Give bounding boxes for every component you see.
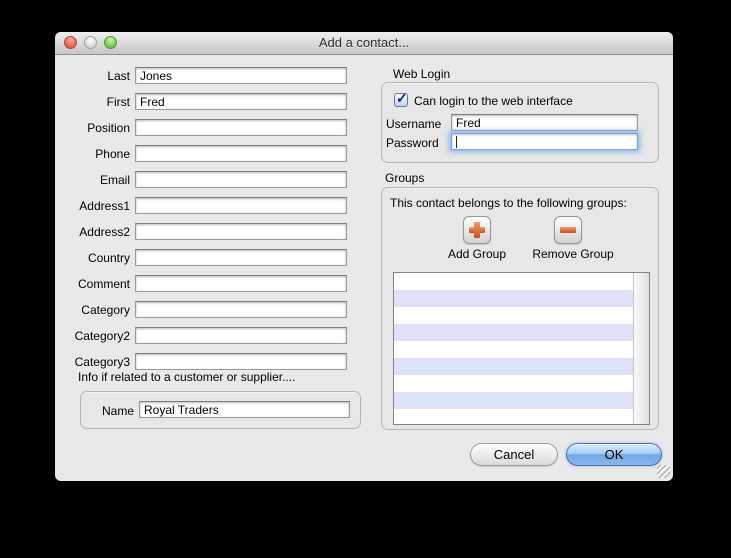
checkmark-icon: ✓ (396, 90, 408, 107)
group-list-row[interactable] (394, 307, 634, 324)
group-list-row[interactable] (394, 341, 634, 358)
password-label: Password (386, 136, 434, 150)
remove-group-button[interactable] (554, 216, 582, 244)
field-input-last[interactable]: Jones (135, 67, 347, 84)
groups-caption: This contact belongs to the following gr… (390, 196, 627, 210)
ok-button[interactable]: OK (566, 443, 662, 466)
minus-icon (560, 227, 576, 233)
username-input[interactable]: Fred (451, 114, 638, 131)
close-icon[interactable] (64, 36, 77, 49)
can-login-checkbox[interactable]: ✓ (394, 93, 408, 107)
field-input-first[interactable]: Fred (135, 93, 347, 110)
add-group-label: Add Group (437, 247, 517, 261)
username-label: Username (386, 117, 434, 131)
field-label-email: Email (55, 173, 130, 187)
can-login-label: Can login to the web interface (414, 94, 573, 108)
group-list-row[interactable] (394, 375, 634, 392)
field-input-category2[interactable] (135, 327, 347, 344)
resize-grip-icon[interactable] (657, 465, 670, 478)
add-group-button[interactable] (463, 216, 491, 244)
field-input-country[interactable] (135, 249, 347, 266)
group-list-row[interactable] (394, 273, 634, 290)
field-input-category3[interactable] (135, 353, 347, 370)
field-label-category2: Category2 (55, 329, 130, 343)
field-input-address1[interactable] (135, 197, 347, 214)
remove-group-label: Remove Group (528, 247, 618, 261)
minimize-icon[interactable] (84, 36, 97, 49)
field-label-address2: Address2 (55, 225, 130, 239)
field-input-email[interactable] (135, 171, 347, 188)
related-info-caption: Info if related to a customer or supplie… (78, 370, 295, 384)
cancel-button[interactable]: Cancel (470, 443, 558, 466)
field-label-last: Last (55, 69, 130, 83)
scrollbar-track[interactable] (633, 273, 649, 424)
field-label-country: Country (55, 251, 130, 265)
group-list-row[interactable] (394, 409, 634, 425)
group-list-row[interactable] (394, 290, 634, 307)
name-input[interactable]: Royal Traders (139, 401, 350, 418)
group-list-row[interactable] (394, 358, 634, 375)
related-name-box: Name Royal Traders (80, 391, 361, 429)
field-label-comment: Comment (55, 277, 130, 291)
field-label-position: Position (55, 121, 130, 135)
password-input[interactable] (451, 133, 638, 150)
groups-list[interactable] (393, 272, 650, 425)
text-caret (456, 136, 457, 148)
field-label-phone: Phone (55, 147, 130, 161)
field-input-position[interactable] (135, 119, 347, 136)
add-contact-dialog: Add a contact... Last Jones First Fred Posit… (55, 32, 673, 481)
field-input-phone[interactable] (135, 145, 347, 162)
web-login-box: ✓ Can login to the web interface Usernam… (381, 82, 659, 163)
window-title: Add a contact... (55, 32, 673, 54)
title-bar[interactable]: Add a contact... (55, 32, 673, 55)
name-label: Name (81, 404, 134, 418)
group-list-row[interactable] (394, 392, 634, 409)
web-login-section-label: Web Login (393, 67, 450, 81)
field-input-category[interactable] (135, 301, 347, 318)
group-list-row[interactable] (394, 324, 634, 341)
field-label-first: First (55, 95, 130, 109)
field-input-address2[interactable] (135, 223, 347, 240)
groups-box: This contact belongs to the following gr… (381, 187, 659, 430)
zoom-icon[interactable] (104, 36, 117, 49)
groups-section-label: Groups (385, 171, 424, 185)
field-label-address1: Address1 (55, 199, 130, 213)
field-label-category3: Category3 (55, 355, 130, 369)
field-input-comment[interactable] (135, 275, 347, 292)
field-label-category: Category (55, 303, 130, 317)
